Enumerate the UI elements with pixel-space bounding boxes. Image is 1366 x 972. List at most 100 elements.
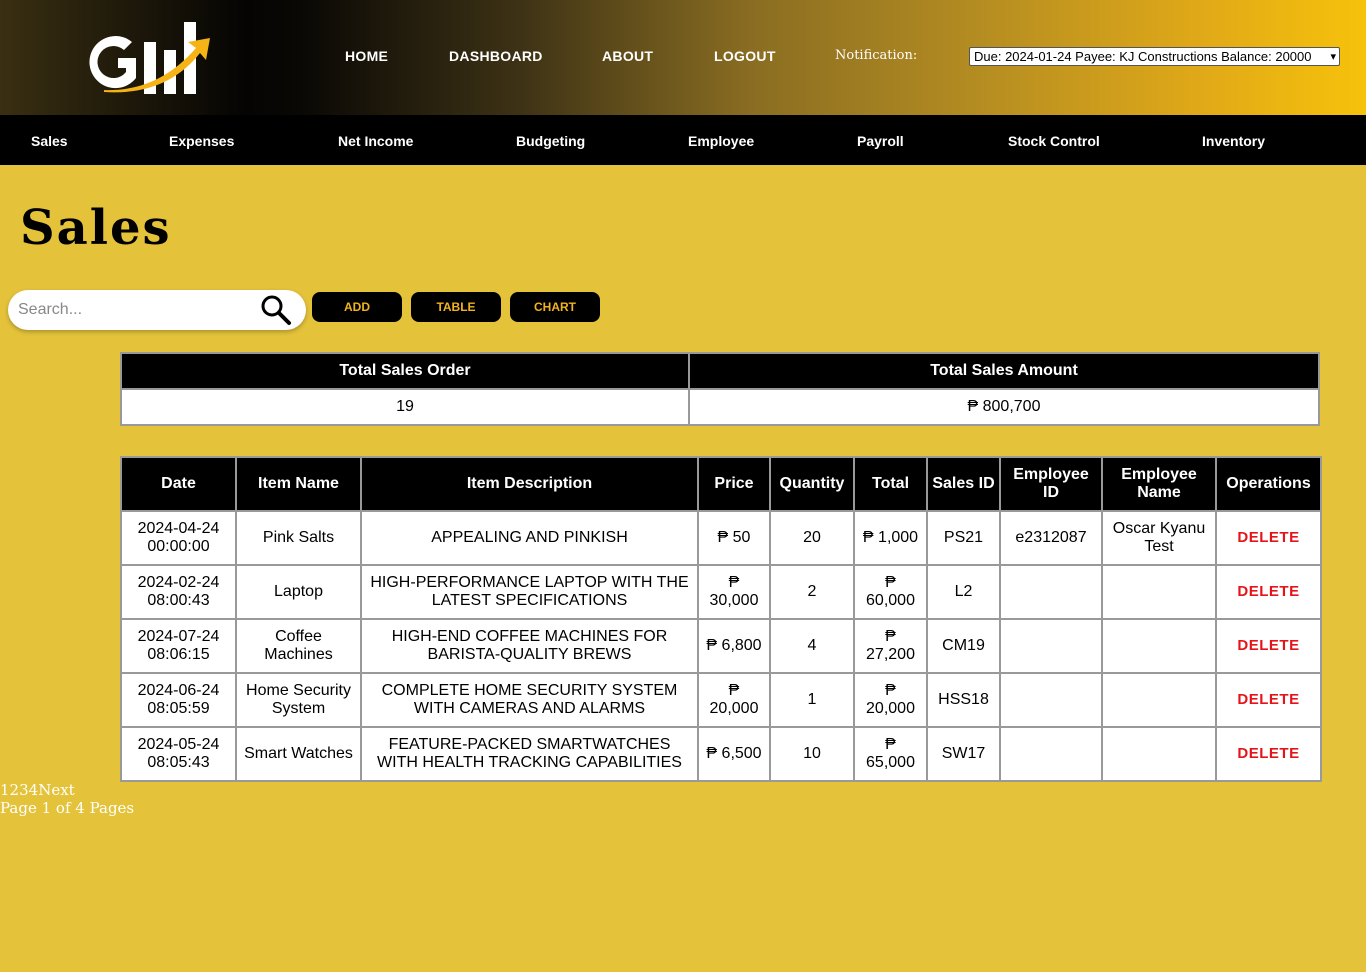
cell-item-description: HIGH-PERFORMANCE LAPTOP WITH THE LATEST … bbox=[360, 564, 699, 620]
cell-operations: DELETE bbox=[1215, 564, 1322, 620]
cell-employee-id bbox=[999, 672, 1103, 728]
summary-total-amount: ₱ 800,700 bbox=[688, 388, 1320, 426]
cell-item-description: COMPLETE HOME SECURITY SYSTEM WITH CAMER… bbox=[360, 672, 699, 728]
gill-logo-icon[interactable] bbox=[88, 20, 214, 96]
module-expenses[interactable]: Expenses bbox=[169, 133, 234, 149]
cell-item-name: Home Security System bbox=[235, 672, 362, 728]
cell-date: 2024-07-24 08:06:15 bbox=[120, 618, 237, 674]
cell-operations: DELETE bbox=[1215, 618, 1322, 674]
col-total: Total bbox=[853, 456, 928, 512]
sales-table-header: Date Item Name Item Description Price Qu… bbox=[120, 456, 1322, 512]
page-links: 1234Next bbox=[0, 781, 134, 799]
cell-date: 2024-06-24 08:05:59 bbox=[120, 672, 237, 728]
cell-item-name: Laptop bbox=[235, 564, 362, 620]
chevron-down-icon: ▾ bbox=[1330, 51, 1336, 63]
table-row: 2024-07-24 08:06:15 Coffee Machines HIGH… bbox=[120, 618, 1322, 674]
cell-operations: DELETE bbox=[1215, 726, 1322, 782]
col-employee-id: Employee ID bbox=[999, 456, 1103, 512]
cell-price: ₱ 50 bbox=[697, 510, 771, 566]
cell-item-name: Smart Watches bbox=[235, 726, 362, 782]
module-budgeting[interactable]: Budgeting bbox=[516, 133, 585, 149]
page-link-2[interactable]: 2 bbox=[10, 781, 20, 799]
cell-price: ₱ 6,800 bbox=[697, 618, 771, 674]
nav-dashboard[interactable]: DASHBOARD bbox=[449, 48, 543, 64]
cell-sales-id: SW17 bbox=[926, 726, 1001, 782]
page-link-4[interactable]: 4 bbox=[29, 781, 39, 799]
cell-item-description: HIGH-END COFFEE MACHINES FOR BARISTA-QUA… bbox=[360, 618, 699, 674]
module-bar: Sales Expenses Net Income Budgeting Empl… bbox=[0, 115, 1366, 165]
cell-item-description: FEATURE-PACKED SMARTWATCHES WITH HEALTH … bbox=[360, 726, 699, 782]
summary-table: Total Sales Order Total Sales Amount 19 … bbox=[120, 352, 1320, 426]
cell-price: ₱ 6,500 bbox=[697, 726, 771, 782]
delete-button[interactable]: DELETE bbox=[1237, 583, 1299, 600]
cell-sales-id: CM19 bbox=[926, 618, 1001, 674]
page-title: Sales bbox=[20, 200, 172, 256]
module-stock-control[interactable]: Stock Control bbox=[1008, 133, 1100, 149]
cell-quantity: 20 bbox=[769, 510, 855, 566]
cell-employee-name bbox=[1101, 618, 1217, 674]
cell-date: 2024-04-24 00:00:00 bbox=[120, 510, 237, 566]
next-page-link[interactable]: Next bbox=[38, 781, 75, 799]
cell-quantity: 4 bbox=[769, 618, 855, 674]
cell-quantity: 10 bbox=[769, 726, 855, 782]
table-row: 2024-02-24 08:00:43 Laptop HIGH-PERFORMA… bbox=[120, 564, 1322, 620]
col-price: Price bbox=[697, 456, 771, 512]
cell-total: ₱ 20,000 bbox=[853, 672, 928, 728]
table-row: 2024-06-24 08:05:59 Home Security System… bbox=[120, 672, 1322, 728]
col-item-name: Item Name bbox=[235, 456, 362, 512]
delete-button[interactable]: DELETE bbox=[1237, 745, 1299, 762]
cell-employee-name: Oscar Kyanu Test bbox=[1101, 510, 1217, 566]
cell-quantity: 2 bbox=[769, 564, 855, 620]
cell-item-name: Pink Salts bbox=[235, 510, 362, 566]
search-input[interactable] bbox=[18, 298, 253, 322]
col-sales-id: Sales ID bbox=[926, 456, 1001, 512]
summary-total-orders: 19 bbox=[120, 388, 690, 426]
summary-header-orders: Total Sales Order bbox=[120, 352, 690, 390]
top-header: HOME DASHBOARD ABOUT LOGOUT Notification… bbox=[0, 0, 1366, 115]
col-employee-name: Employee Name bbox=[1101, 456, 1217, 512]
pagination: 1234Next Page 1 of 4 Pages bbox=[0, 781, 134, 817]
table-row: 2024-04-24 00:00:00 Pink Salts APPEALING… bbox=[120, 510, 1322, 566]
chart-button[interactable]: CHART bbox=[510, 292, 600, 322]
module-sales[interactable]: Sales bbox=[31, 133, 68, 149]
cell-operations: DELETE bbox=[1215, 672, 1322, 728]
page-link-3[interactable]: 3 bbox=[19, 781, 29, 799]
module-payroll[interactable]: Payroll bbox=[857, 133, 904, 149]
module-inventory[interactable]: Inventory bbox=[1202, 133, 1265, 149]
notification-select[interactable]: Due: 2024-01-24 Payee: KJ Constructions … bbox=[969, 47, 1340, 66]
nav-about[interactable]: ABOUT bbox=[602, 48, 653, 64]
notification-selected-value: Due: 2024-01-24 Payee: KJ Constructions … bbox=[974, 49, 1312, 64]
cell-date: 2024-05-24 08:05:43 bbox=[120, 726, 237, 782]
module-employee[interactable]: Employee bbox=[688, 133, 754, 149]
cell-item-name: Coffee Machines bbox=[235, 618, 362, 674]
cell-price: ₱ 30,000 bbox=[697, 564, 771, 620]
delete-button[interactable]: DELETE bbox=[1237, 637, 1299, 654]
delete-button[interactable]: DELETE bbox=[1237, 691, 1299, 708]
cell-employee-name bbox=[1101, 564, 1217, 620]
cell-employee-id bbox=[999, 564, 1103, 620]
cell-item-description: APPEALING AND PINKISH bbox=[360, 510, 699, 566]
cell-total: ₱ 27,200 bbox=[853, 618, 928, 674]
add-button[interactable]: ADD bbox=[312, 292, 402, 322]
search-icon[interactable] bbox=[260, 294, 292, 326]
cell-employee-name bbox=[1101, 672, 1217, 728]
summary-header-amount: Total Sales Amount bbox=[688, 352, 1320, 390]
cell-total: ₱ 1,000 bbox=[853, 510, 928, 566]
cell-sales-id: PS21 bbox=[926, 510, 1001, 566]
cell-quantity: 1 bbox=[769, 672, 855, 728]
nav-home[interactable]: HOME bbox=[345, 48, 388, 64]
table-row: 2024-05-24 08:05:43 Smart Watches FEATUR… bbox=[120, 726, 1322, 782]
sales-table: Date Item Name Item Description Price Qu… bbox=[120, 456, 1322, 782]
page-link-1[interactable]: 1 bbox=[0, 781, 10, 799]
cell-employee-name bbox=[1101, 726, 1217, 782]
nav-logout[interactable]: LOGOUT bbox=[714, 48, 776, 64]
col-item-description: Item Description bbox=[360, 456, 699, 512]
table-button[interactable]: TABLE bbox=[411, 292, 501, 322]
col-operations: Operations bbox=[1215, 456, 1322, 512]
delete-button[interactable]: DELETE bbox=[1237, 529, 1299, 546]
cell-employee-id: e2312087 bbox=[999, 510, 1103, 566]
search-box bbox=[8, 290, 306, 330]
module-net-income[interactable]: Net Income bbox=[338, 133, 413, 149]
notification-label: Notification: bbox=[835, 48, 918, 63]
col-date: Date bbox=[120, 456, 237, 512]
